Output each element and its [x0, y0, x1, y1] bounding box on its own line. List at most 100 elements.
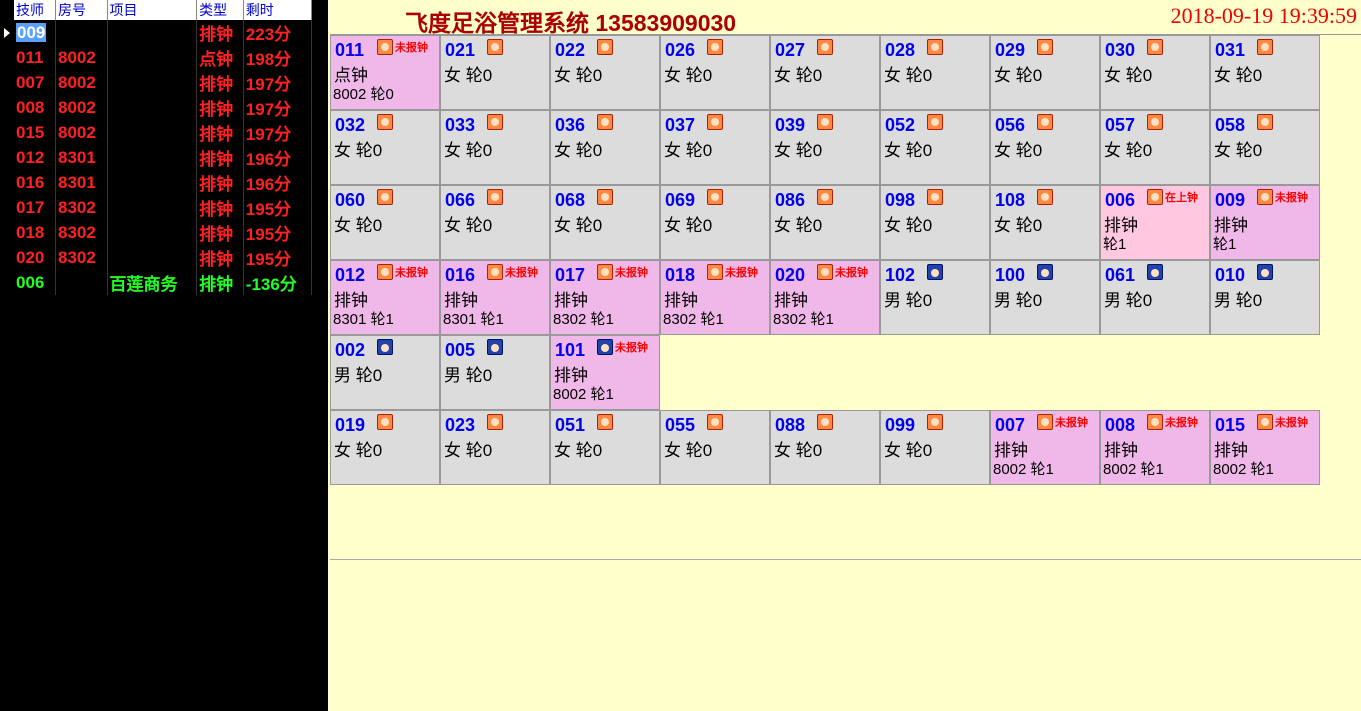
female-avatar-icon: [377, 414, 393, 430]
technician-card[interactable]: 017 未报钟 排钟 8302 轮1: [550, 260, 660, 335]
table-row[interactable]: 006 百莲商务 排钟 -136分: [14, 270, 313, 295]
card-room-round: 8002 轮0: [333, 86, 394, 103]
table-row[interactable]: 012 8301 排钟 196分: [14, 145, 313, 170]
female-avatar-icon: [597, 39, 613, 55]
technician-card[interactable]: 086 女 轮0: [770, 185, 880, 260]
technician-number: 102: [885, 265, 916, 285]
technician-card[interactable]: 099 女 轮0: [880, 410, 990, 485]
table-row[interactable]: 007 8002 排钟 197分: [14, 70, 313, 95]
technician-card[interactable]: 009 未报钟 排钟 轮1: [1210, 185, 1320, 260]
table-row[interactable]: 018 8302 排钟 195分: [14, 220, 313, 245]
technician-card[interactable]: 029 女 轮0: [990, 35, 1100, 110]
technician-card[interactable]: 022 女 轮0: [550, 35, 660, 110]
technician-card[interactable]: 010 男 轮0: [1210, 260, 1320, 335]
technician-card[interactable]: 027 女 轮0: [770, 35, 880, 110]
technician-card[interactable]: 055 女 轮0: [660, 410, 770, 485]
technician-card[interactable]: 016 未报钟 排钟 8301 轮1: [440, 260, 550, 335]
cell-room: 8002: [55, 45, 108, 70]
card-info-line: 男 轮0: [1104, 291, 1153, 310]
technician-card[interactable]: 019 女 轮0: [330, 410, 440, 485]
technician-card[interactable]: 023 女 轮0: [440, 410, 550, 485]
table-row[interactable]: 009 排钟 223分: [14, 20, 313, 45]
female-avatar-icon: [1147, 414, 1163, 430]
technician-card[interactable]: 015 未报钟 排钟 8002 轮1: [1210, 410, 1320, 485]
technician-card[interactable]: 018 未报钟 排钟 8302 轮1: [660, 260, 770, 335]
technician-card[interactable]: 100 男 轮0: [990, 260, 1100, 335]
technician-card[interactable]: 032 女 轮0: [330, 110, 440, 185]
column-header-item[interactable]: 项目: [107, 0, 198, 20]
table-row[interactable]: 016 8301 排钟 196分: [14, 170, 313, 195]
technician-card[interactable]: 021 女 轮0: [440, 35, 550, 110]
technician-card[interactable]: 007 未报钟 排钟 8002 轮1: [990, 410, 1100, 485]
female-avatar-icon: [1037, 189, 1053, 205]
technician-number: 027: [775, 40, 806, 60]
table-row[interactable]: 015 8002 排钟 197分: [14, 120, 313, 145]
technician-number: 060: [335, 190, 366, 210]
technician-card[interactable]: 005 男 轮0: [440, 335, 550, 410]
cell-remaining: 196分: [243, 170, 313, 195]
technician-card[interactable]: 051 女 轮0: [550, 410, 660, 485]
technician-number: 033: [445, 115, 476, 135]
technician-card[interactable]: 058 女 轮0: [1210, 110, 1320, 185]
technician-card[interactable]: 028 女 轮0: [880, 35, 990, 110]
technician-number: 058: [1215, 115, 1246, 135]
technician-number: 017: [555, 265, 586, 285]
technician-number: 055: [665, 415, 696, 435]
technician-card[interactable]: 031 女 轮0: [1210, 35, 1320, 110]
card-info-line: 女 轮0: [664, 66, 713, 85]
table-row[interactable]: 017 8302 排钟 195分: [14, 195, 313, 220]
technician-card[interactable]: 036 女 轮0: [550, 110, 660, 185]
card-info-line: 女 轮0: [1214, 141, 1263, 160]
technician-card[interactable]: 033 女 轮0: [440, 110, 550, 185]
technician-card[interactable]: 066 女 轮0: [440, 185, 550, 260]
technician-card[interactable]: 037 女 轮0: [660, 110, 770, 185]
technician-card[interactable]: 002 男 轮0: [330, 335, 440, 410]
table-row[interactable]: 020 8302 排钟 195分: [14, 245, 313, 270]
grid-row: 011 未报钟 点钟 8002 轮0 021 女 轮0 022 女 轮0 026 女 轮0 027 女…: [330, 35, 1320, 110]
column-header-room[interactable]: 房号: [55, 0, 108, 20]
technician-card[interactable]: 060 女 轮0: [330, 185, 440, 260]
app-header: 飞度足浴管理系统 13583909030 2018-09-19 19:39:59: [330, 0, 1361, 36]
technician-card[interactable]: 026 女 轮0: [660, 35, 770, 110]
technician-card[interactable]: 061 男 轮0: [1100, 260, 1210, 335]
technician-queue-table: 技师 房号 项目 类型 剩时 009 排钟 223分 011 8002 点钟 198分 007…: [14, 0, 313, 295]
female-avatar-icon: [377, 264, 393, 280]
card-info-line: 女 轮0: [444, 66, 493, 85]
technician-number: 011: [335, 40, 365, 60]
selected-tech-id: 009: [16, 22, 47, 42]
technician-card[interactable]: 020 未报钟 排钟 8302 轮1: [770, 260, 880, 335]
card-room-round: 轮1: [1213, 236, 1237, 253]
card-info-line: 女 轮0: [994, 66, 1043, 85]
technician-card[interactable]: 052 女 轮0: [880, 110, 990, 185]
cell-tech: 018: [14, 220, 56, 245]
technician-card[interactable]: 006 在上钟 排钟 轮1: [1100, 185, 1210, 260]
technician-card[interactable]: 102 男 轮0: [880, 260, 990, 335]
technician-card[interactable]: 057 女 轮0: [1100, 110, 1210, 185]
technician-card[interactable]: 098 女 轮0: [880, 185, 990, 260]
cell-item: [107, 70, 198, 95]
technician-card[interactable]: 056 女 轮0: [990, 110, 1100, 185]
status-badge: 未报钟: [395, 42, 428, 54]
technician-number: 007: [995, 415, 1026, 435]
table-row[interactable]: 008 8002 排钟 197分: [14, 95, 313, 120]
status-badge: 未报钟: [1055, 417, 1088, 429]
technician-card[interactable]: 039 女 轮0: [770, 110, 880, 185]
column-header-tech[interactable]: 技师: [14, 0, 56, 20]
technician-card[interactable]: 101 未报钟 排钟 8002 轮1: [550, 335, 660, 410]
technician-number: 016: [445, 265, 476, 285]
cell-item: [107, 95, 198, 120]
technician-card[interactable]: 108 女 轮0: [990, 185, 1100, 260]
technician-card[interactable]: 069 女 轮0: [660, 185, 770, 260]
column-header-remaining[interactable]: 剩时: [243, 0, 313, 20]
technician-card[interactable]: 030 女 轮0: [1100, 35, 1210, 110]
technician-queue-panel: 技师 房号 项目 类型 剩时 009 排钟 223分 011 8002 点钟 198分 007…: [0, 0, 328, 711]
card-info-line: 女 轮0: [884, 141, 933, 160]
technician-card[interactable]: 011 未报钟 点钟 8002 轮0: [330, 35, 440, 110]
technician-card[interactable]: 068 女 轮0: [550, 185, 660, 260]
technician-card[interactable]: 008 未报钟 排钟 8002 轮1: [1100, 410, 1210, 485]
technician-card[interactable]: 088 女 轮0: [770, 410, 880, 485]
technician-card[interactable]: 012 未报钟 排钟 8301 轮1: [330, 260, 440, 335]
table-row[interactable]: 011 8002 点钟 198分: [14, 45, 313, 70]
female-avatar-icon: [1147, 39, 1163, 55]
column-header-type[interactable]: 类型: [196, 0, 244, 20]
